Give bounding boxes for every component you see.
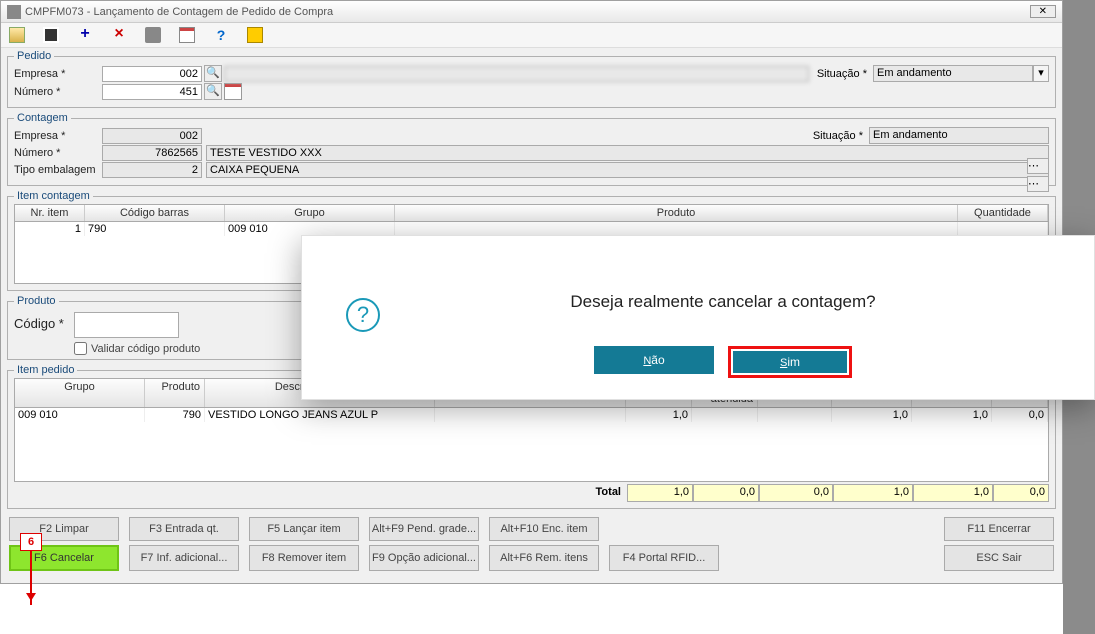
codigo-input[interactable] bbox=[74, 312, 179, 338]
col-qtd[interactable]: Quantidade bbox=[958, 205, 1048, 221]
item-pedido-legend: Item pedido bbox=[14, 364, 77, 376]
dialog-yes-button[interactable]: Sim bbox=[733, 351, 847, 373]
situacao-dropdown[interactable]: ▾ bbox=[1033, 65, 1049, 82]
cont-extra-button-1[interactable]: ⋯ bbox=[1027, 158, 1049, 174]
window-title: CMPFM073 - Lançamento de Contagem de Ped… bbox=[25, 6, 1030, 18]
dialog-no-button[interactable]: Não bbox=[594, 346, 714, 374]
codigo-label: Código * bbox=[14, 312, 74, 331]
total-label: Total bbox=[14, 484, 627, 502]
item-contagem-legend: Item contagem bbox=[14, 190, 93, 202]
app-icon bbox=[7, 5, 21, 19]
f11-encerrar-button[interactable]: F11 Encerrar bbox=[944, 517, 1054, 541]
col-grupo[interactable]: Grupo bbox=[225, 205, 395, 221]
cont-empresa-label: Empresa * bbox=[14, 130, 102, 142]
dialog-message: Deseja realmente cancelar a contagem? bbox=[352, 292, 1094, 312]
exit-icon[interactable] bbox=[247, 27, 263, 43]
ip-col-produto[interactable]: Produto bbox=[145, 379, 205, 407]
toolbar: + × ? bbox=[1, 23, 1062, 48]
cont-tipo-desc: CAIXA PEQUENA bbox=[206, 162, 1049, 178]
print-icon[interactable] bbox=[145, 27, 161, 43]
total-pendente: 1,0 bbox=[627, 484, 693, 502]
f3-entrada-button[interactable]: F3 Entrada qt. bbox=[129, 517, 239, 541]
cont-numero-desc: TESTE VESTIDO XXX bbox=[206, 145, 1049, 161]
delete-icon[interactable]: × bbox=[111, 27, 127, 43]
question-icon: ? bbox=[346, 298, 380, 332]
altf6-rem-button[interactable]: Alt+F6 Rem. itens bbox=[489, 545, 599, 571]
window-close-button[interactable]: ✕ bbox=[1030, 5, 1056, 18]
fn-row-2: F6 Cancelar F7 Inf. adicional... F8 Remo… bbox=[7, 545, 1056, 571]
col-produto[interactable]: Produto bbox=[395, 205, 958, 221]
f7-inf-button[interactable]: F7 Inf. adicional... bbox=[129, 545, 239, 571]
empresa-search-button[interactable]: 🔍 bbox=[204, 65, 222, 82]
calendar-icon[interactable] bbox=[179, 27, 195, 43]
totals-row: Total 1,0 0,0 0,0 1,0 1,0 0,0 bbox=[14, 484, 1049, 502]
dialog-yes-highlight: Sim bbox=[728, 346, 852, 378]
confirm-dialog: ? Deseja realmente cancelar a contagem? … bbox=[301, 235, 1095, 400]
situacao-value: Em andamento bbox=[873, 65, 1033, 82]
fn-row-1: F2 Limpar F3 Entrada qt. F5 Lançar item … bbox=[7, 517, 1056, 541]
table-row: 009 010 790 VESTIDO LONGO JEANS AZUL P 1… bbox=[15, 408, 1048, 422]
numero-calendar-button[interactable] bbox=[224, 83, 242, 100]
pedido-group: Pedido Empresa * 002 🔍 Situação * Em and… bbox=[7, 50, 1056, 108]
numero-search-button[interactable]: 🔍 bbox=[204, 83, 222, 100]
cont-tipo-label: Tipo embalagem bbox=[14, 164, 102, 176]
col-barras[interactable]: Código barras bbox=[85, 205, 225, 221]
total-atendida: 0,0 bbox=[693, 484, 759, 502]
table-row: 1 790 009 010 bbox=[15, 222, 1048, 236]
ip-col-grupo[interactable]: Grupo bbox=[15, 379, 145, 407]
empresa-label: Empresa * bbox=[14, 68, 102, 80]
numero-label: Número * bbox=[14, 86, 102, 98]
add-icon[interactable]: + bbox=[77, 27, 93, 43]
pedido-legend: Pedido bbox=[14, 50, 54, 62]
f9-opcao-button[interactable]: F9 Opção adicional... bbox=[369, 545, 479, 571]
empresa-name bbox=[224, 66, 809, 82]
contagem-group: Contagem Empresa * 002 Situação * Em and… bbox=[7, 112, 1056, 186]
save-icon[interactable] bbox=[43, 27, 59, 43]
situacao-label: Situação * bbox=[817, 68, 867, 80]
altf9-pend-button[interactable]: Alt+F9 Pend. grade... bbox=[369, 517, 479, 541]
f4-portal-button[interactable]: F4 Portal RFID... bbox=[609, 545, 719, 571]
total-atual: 1,0 bbox=[833, 484, 913, 502]
total-encer: 0,0 bbox=[759, 484, 833, 502]
item-pedido-body[interactable]: 009 010 790 VESTIDO LONGO JEANS AZUL P 1… bbox=[14, 408, 1049, 482]
contagem-legend: Contagem bbox=[14, 112, 71, 124]
cont-numero-label: Número * bbox=[14, 147, 102, 159]
annotation-6: 6 bbox=[20, 533, 42, 551]
cont-tipo-value: 2 bbox=[102, 162, 202, 178]
cont-empresa-value: 002 bbox=[102, 128, 202, 144]
cont-numero-value: 7862565 bbox=[102, 145, 202, 161]
empresa-value[interactable]: 002 bbox=[102, 66, 202, 82]
f8-remover-button[interactable]: F8 Remover item bbox=[249, 545, 359, 571]
cont-situacao-value: Em andamento bbox=[869, 127, 1049, 144]
titlebar: CMPFM073 - Lançamento de Contagem de Ped… bbox=[1, 1, 1062, 23]
total-dif: 0,0 bbox=[993, 484, 1049, 502]
item-contagem-header: Nr. item Código barras Grupo Produto Qua… bbox=[14, 204, 1049, 222]
numero-value[interactable]: 451 bbox=[102, 84, 202, 100]
open-icon[interactable] bbox=[9, 27, 25, 43]
f5-lancar-button[interactable]: F5 Lançar item bbox=[249, 517, 359, 541]
total-total: 1,0 bbox=[913, 484, 993, 502]
produto-legend: Produto bbox=[14, 295, 59, 307]
help-icon[interactable]: ? bbox=[213, 27, 229, 43]
col-nr[interactable]: Nr. item bbox=[15, 205, 85, 221]
annotation-arrow bbox=[30, 551, 32, 605]
cont-situacao-label: Situação * bbox=[813, 130, 863, 142]
altf10-enc-button[interactable]: Alt+F10 Enc. item bbox=[489, 517, 599, 541]
esc-sair-button[interactable]: ESC Sair bbox=[944, 545, 1054, 571]
